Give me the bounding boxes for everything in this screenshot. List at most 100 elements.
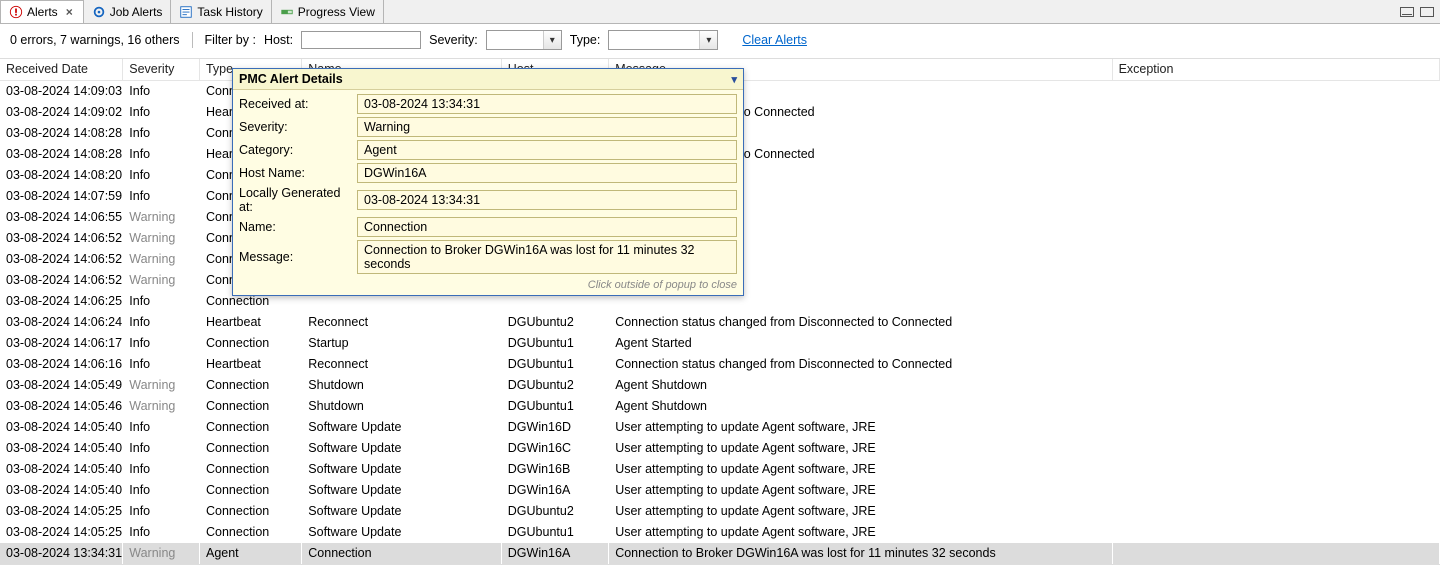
table-cell: Warning xyxy=(123,207,200,228)
table-cell xyxy=(1112,354,1439,375)
popup-title: PMC Alert Details xyxy=(239,72,343,86)
table-cell: 03-08-2024 14:05:25 xyxy=(0,501,123,522)
tab-progress-view[interactable]: Progress View xyxy=(272,0,384,23)
table-cell: Info xyxy=(123,312,200,333)
type-filter-select[interactable]: ▾ xyxy=(608,30,718,50)
table-row[interactable]: 03-08-2024 14:05:40InfoConnectionSoftwar… xyxy=(0,480,1440,501)
table-row[interactable]: 03-08-2024 14:05:40InfoConnectionSoftwar… xyxy=(0,438,1440,459)
table-cell: User attempting to update Agent software… xyxy=(609,501,1112,522)
table-cell: Agent Shutdown xyxy=(609,375,1112,396)
table-row[interactable]: 03-08-2024 14:05:49WarningConnectionShut… xyxy=(0,375,1440,396)
table-cell: DGWin16B xyxy=(501,459,608,480)
popup-header: PMC Alert Details ▾ xyxy=(233,69,743,90)
table-cell: Connection xyxy=(199,459,301,480)
table-row[interactable]: 03-08-2024 14:05:46WarningConnectionShut… xyxy=(0,396,1440,417)
tab-job-alerts[interactable]: Job Alerts xyxy=(84,0,172,23)
popup-value: DGWin16A xyxy=(357,163,737,183)
table-row[interactable]: 03-08-2024 13:34:31WarningAgentConnectio… xyxy=(0,543,1440,564)
table-cell: Connection xyxy=(199,522,301,543)
alert-icon xyxy=(9,5,23,19)
table-cell xyxy=(1112,123,1439,144)
table-cell xyxy=(1112,417,1439,438)
table-row[interactable]: 03-08-2024 14:06:17InfoConnectionStartup… xyxy=(0,333,1440,354)
table-cell: Agent Started xyxy=(609,333,1112,354)
tab-task-history[interactable]: Task History xyxy=(171,0,271,23)
type-filter-label: Type: xyxy=(570,33,601,47)
table-cell: 03-08-2024 14:08:28 xyxy=(0,123,123,144)
table-cell: DGUbuntu1 xyxy=(501,396,608,417)
table-cell: DGUbuntu2 xyxy=(501,375,608,396)
table-cell: 03-08-2024 14:06:52 xyxy=(0,228,123,249)
table-row[interactable]: 03-08-2024 14:05:25InfoConnectionSoftwar… xyxy=(0,501,1440,522)
tab-task-history-label: Task History xyxy=(197,5,262,19)
table-cell xyxy=(1112,165,1439,186)
popup-label: Locally Generated at: xyxy=(239,186,357,214)
popup-row-host-name: Host Name: DGWin16A xyxy=(239,163,737,183)
table-cell xyxy=(1112,375,1439,396)
table-row[interactable]: 03-08-2024 14:05:40InfoConnectionSoftwar… xyxy=(0,417,1440,438)
host-filter-label: Host: xyxy=(264,33,293,47)
popup-label: Category: xyxy=(239,143,357,157)
minimize-icon[interactable] xyxy=(1400,7,1414,17)
col-received-date[interactable]: Received Date xyxy=(0,59,123,81)
table-cell: Connection xyxy=(199,396,301,417)
table-cell: User attempting to update Agent software… xyxy=(609,480,1112,501)
table-cell: DGUbuntu2 xyxy=(501,312,608,333)
window-controls xyxy=(1400,0,1440,23)
host-filter-input[interactable] xyxy=(301,31,421,49)
table-cell xyxy=(1112,333,1439,354)
table-cell: 03-08-2024 14:06:52 xyxy=(0,270,123,291)
table-cell: Agent Shutdown xyxy=(609,396,1112,417)
table-cell xyxy=(1112,459,1439,480)
popup-row-message: Message: Connection to Broker DGWin16A w… xyxy=(239,240,737,274)
table-cell: 03-08-2024 14:09:03 xyxy=(0,81,123,103)
table-cell xyxy=(1112,501,1439,522)
table-cell: Connection xyxy=(302,543,502,564)
popup-label: Received at: xyxy=(239,97,357,111)
table-cell: DGWin16A xyxy=(501,543,608,564)
table-cell: Connection xyxy=(199,375,301,396)
table-cell: Info xyxy=(123,354,200,375)
table-cell: 03-08-2024 14:05:40 xyxy=(0,480,123,501)
table-cell: 03-08-2024 14:09:02 xyxy=(0,102,123,123)
popup-value: Agent xyxy=(357,140,737,160)
table-cell: Software Update xyxy=(302,459,502,480)
table-cell: 03-08-2024 14:05:25 xyxy=(0,522,123,543)
table-row[interactable]: 03-08-2024 14:05:40InfoConnectionSoftwar… xyxy=(0,459,1440,480)
popup-body: Received at: 03-08-2024 13:34:31 Severit… xyxy=(233,90,743,279)
popup-value: 03-08-2024 13:34:31 xyxy=(357,94,737,114)
table-cell: Connection status changed from Disconnec… xyxy=(609,354,1112,375)
tab-job-alerts-label: Job Alerts xyxy=(110,5,163,19)
table-cell: 03-08-2024 14:06:17 xyxy=(0,333,123,354)
table-row[interactable]: 03-08-2024 14:06:24InfoHeartbeatReconnec… xyxy=(0,312,1440,333)
table-cell: Connection status changed from Disconnec… xyxy=(609,312,1112,333)
table-cell: Agent xyxy=(199,543,301,564)
table-cell xyxy=(1112,543,1439,564)
tab-alerts[interactable]: Alerts × xyxy=(0,0,84,23)
separator xyxy=(192,32,193,48)
table-cell: DGWin16A xyxy=(501,480,608,501)
table-row[interactable]: 03-08-2024 14:05:25InfoConnectionSoftwar… xyxy=(0,522,1440,543)
severity-filter-select[interactable]: ▾ xyxy=(486,30,562,50)
table-cell: Software Update xyxy=(302,501,502,522)
tab-progress-view-label: Progress View xyxy=(298,5,375,19)
table-row[interactable]: 03-08-2024 14:06:16InfoHeartbeatReconnec… xyxy=(0,354,1440,375)
col-exception[interactable]: Exception xyxy=(1112,59,1439,81)
table-cell: 03-08-2024 14:06:52 xyxy=(0,249,123,270)
table-cell: Info xyxy=(123,459,200,480)
table-cell xyxy=(1112,438,1439,459)
filter-bar: 0 errors, 7 warnings, 16 others Filter b… xyxy=(0,24,1440,59)
table-cell: DGUbuntu2 xyxy=(501,501,608,522)
table-cell: 03-08-2024 14:05:49 xyxy=(0,375,123,396)
table-cell: DGUbuntu1 xyxy=(501,333,608,354)
chevron-down-icon[interactable]: ▾ xyxy=(731,73,737,86)
clear-alerts-link[interactable]: Clear Alerts xyxy=(742,33,807,47)
col-severity[interactable]: Severity xyxy=(123,59,200,81)
table-cell xyxy=(1112,480,1439,501)
close-icon[interactable]: × xyxy=(64,5,75,19)
maximize-icon[interactable] xyxy=(1420,7,1434,17)
table-cell xyxy=(1112,102,1439,123)
table-cell: DGUbuntu1 xyxy=(501,354,608,375)
table-cell: DGWin16C xyxy=(501,438,608,459)
table-cell: 03-08-2024 14:08:28 xyxy=(0,144,123,165)
